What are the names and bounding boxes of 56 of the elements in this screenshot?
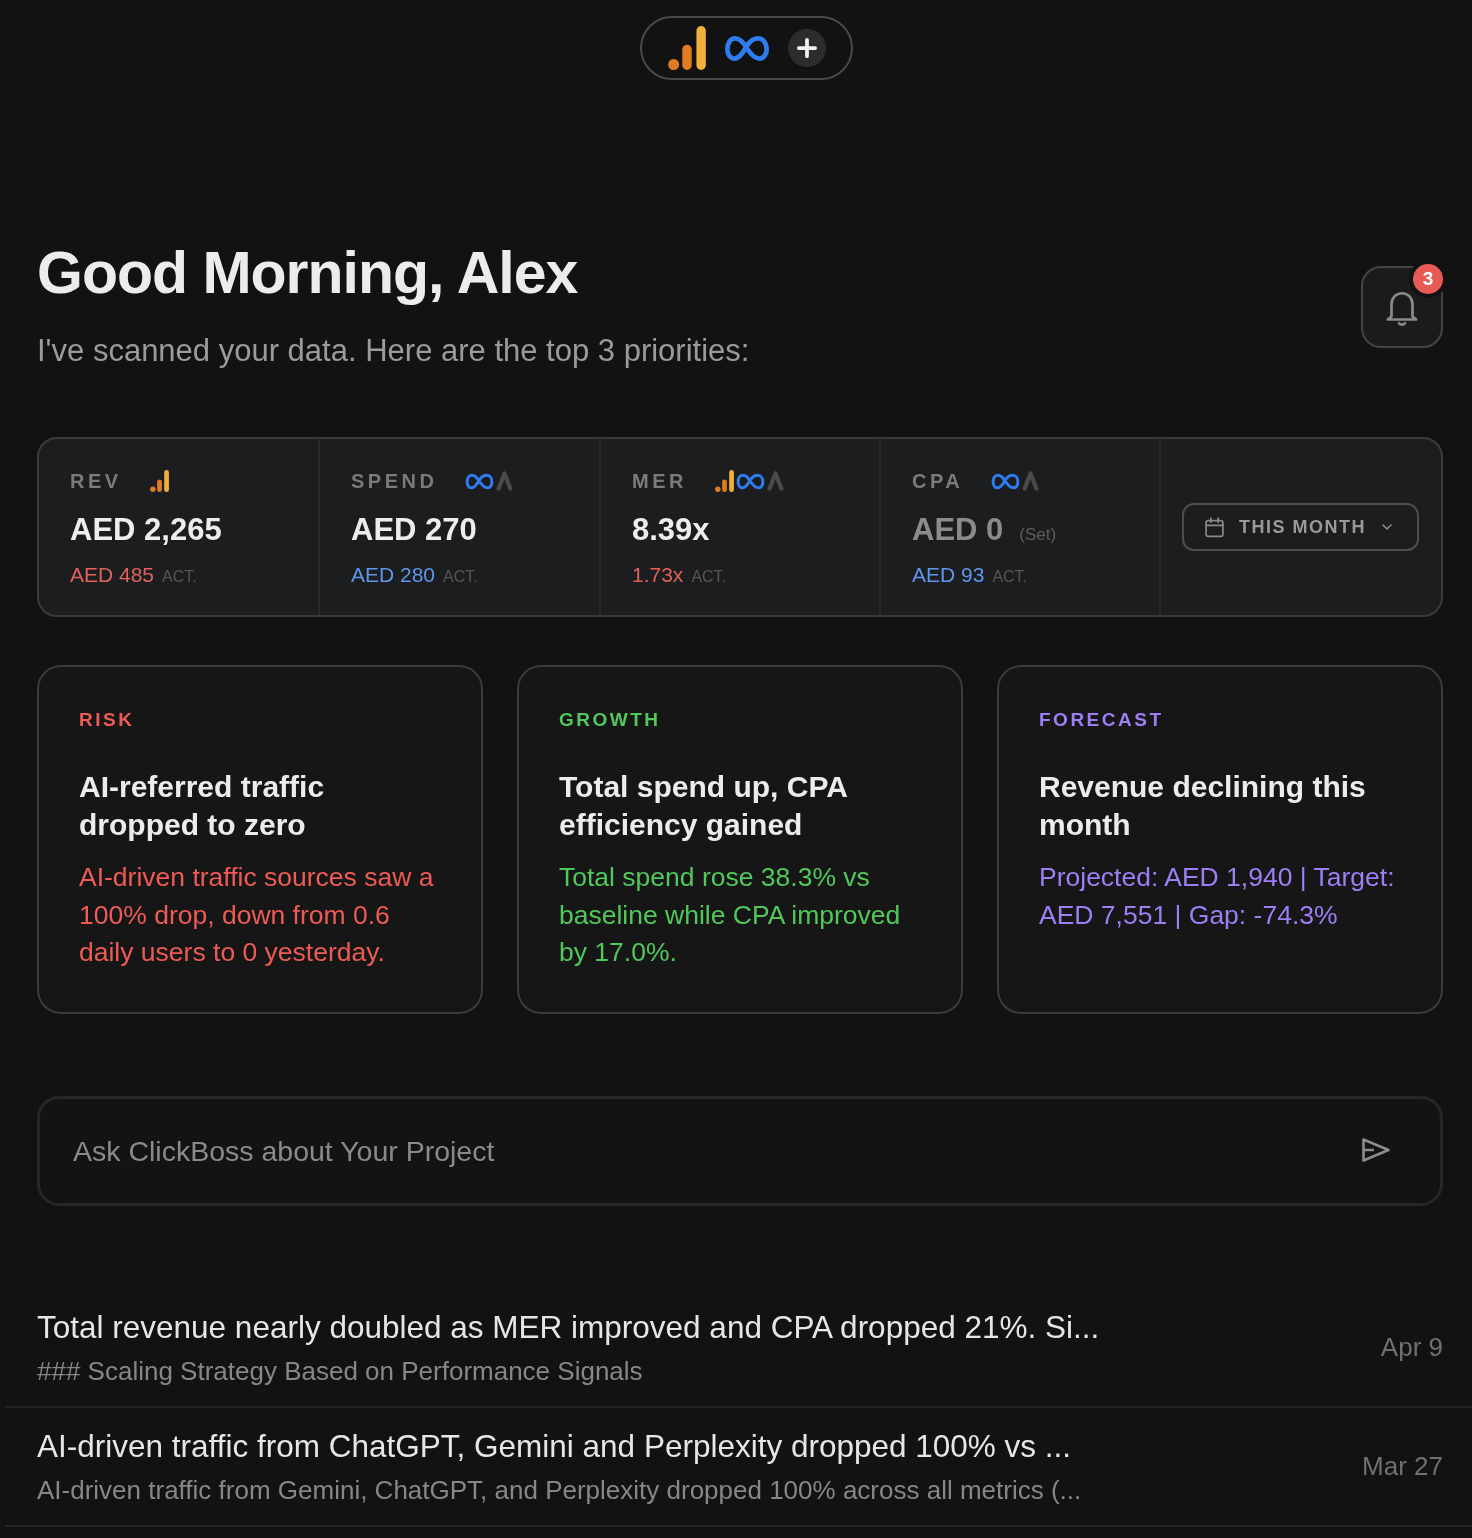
conversation-title[interactable]: Total revenue nearly doubled as MER improved and CPA dropped 21%. Si... <box>37 1308 1100 1346</box>
insight-text: Total spend rose 38.3% vs baseline while CPA improved by 17.0%. <box>559 861 902 969</box>
actual-label: ACT. <box>443 568 478 586</box>
insight-title: Revenue declining this month <box>1039 769 1367 843</box>
insight-title: AI-referred traffic dropped to zero <box>79 769 326 843</box>
actual-value: AED 93 <box>912 562 985 588</box>
send-icon <box>1361 1137 1391 1163</box>
conversation-summary: ### Scaling Strategy Based on Performance Signals <box>37 1355 644 1387</box>
conversation-date: Apr 9 <box>1380 1332 1443 1363</box>
actual-label: ACT. <box>162 568 197 586</box>
chat-input[interactable]: Ask ClickBoss about Your Project <box>37 1096 1443 1206</box>
metric-label: SPEND <box>351 469 438 493</box>
metric-value: AED 2,265 <box>70 511 222 549</box>
peak-icon <box>766 471 784 491</box>
actual-value: AED 280 <box>351 562 436 588</box>
bar-chart-icon <box>149 470 169 492</box>
greeting-title: Good Morning, Alex <box>37 239 579 308</box>
metric-label: REV <box>70 469 122 493</box>
metric-note: (Set) <box>1019 525 1057 545</box>
insight-card[interactable]: GROWTH Total spend up, CPA efficiency gained Total spend rose 38.3% vs baseline while CPA improved by 17.0%. <box>517 665 963 1014</box>
notification-badge: 3 <box>1413 264 1443 294</box>
metric-label: MER <box>632 469 687 493</box>
actual-label: ACT. <box>992 568 1028 586</box>
add-button[interactable] <box>787 29 826 67</box>
insight-label: FORECAST <box>1039 708 1165 732</box>
insight-card[interactable]: RISK AI-referred traffic dropped to zero AI-driven traffic sources saw a 100% drop, down from 0.6 daily users to 0 yesterday. <box>37 665 483 1014</box>
peak-icon <box>1022 471 1040 491</box>
infinity-icon <box>735 472 765 490</box>
period-dropdown[interactable]: THIS MONTH <box>1182 503 1419 551</box>
insight-text: AI-driven traffic sources saw a 100% drop, down from 0.6 daily users to 0 yesterday. <box>79 861 435 969</box>
infinity-icon[interactable] <box>723 34 770 62</box>
actual-value: 1.73x <box>632 562 684 588</box>
insight-title: Total spend up, CPA efficiency gained <box>559 769 848 843</box>
actual-value: AED 485 <box>70 562 155 588</box>
actual-label: ACT. <box>691 568 727 586</box>
conversation-title[interactable]: AI-driven traffic from ChatGPT, Gemini and Perplexity dropped 100% vs ... <box>37 1427 1082 1465</box>
bar-chart-icon <box>714 470 734 492</box>
insight-card[interactable]: FORECAST Revenue declining this month Projected: AED 1,940 | Target: AED 7,551 | Gap: -74.3% <box>997 665 1443 1014</box>
infinity-icon <box>991 472 1021 490</box>
metric-label: CPA <box>912 469 964 493</box>
conversation-summary: AI-driven traffic from Gemini, ChatGPT, and Perplexity dropped 100% across all metrics (... <box>37 1474 1082 1506</box>
peak-icon <box>496 471 514 491</box>
plus-icon <box>796 38 817 58</box>
insight-text: Projected: AED 1,940 | Target: AED 7,551 | Gap: -74.3% <box>1039 861 1396 932</box>
insight-label: RISK <box>79 708 136 732</box>
infinity-icon <box>465 472 495 490</box>
metric-value: 8.39x <box>632 511 710 549</box>
calendar-icon <box>1204 516 1225 538</box>
metric-value: AED 270 <box>351 511 477 549</box>
chevron-down-icon <box>1382 524 1392 530</box>
bar-chart-icon[interactable] <box>667 26 706 70</box>
conversation-date: Mar 27 <box>1362 1451 1443 1482</box>
send-button[interactable] <box>1360 1135 1392 1165</box>
greeting-subtitle: I've scanned your data. Here are the top 3 priorities: <box>37 332 750 370</box>
insight-label: GROWTH <box>559 708 662 732</box>
metric-value: AED 0 <box>912 511 1004 549</box>
